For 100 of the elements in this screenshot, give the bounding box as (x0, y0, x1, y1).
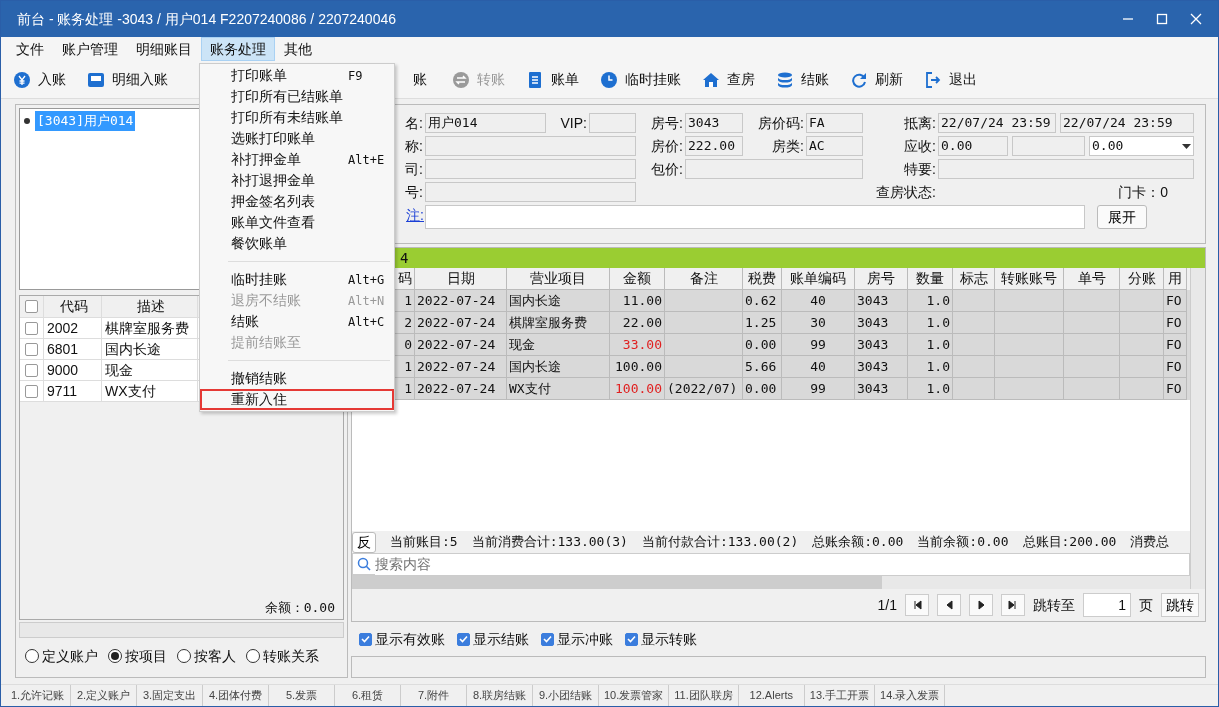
tab[interactable]: 6.租赁 (335, 685, 401, 706)
input-field[interactable] (589, 113, 636, 133)
tab[interactable]: 10.发票管家 (599, 685, 670, 706)
input-field[interactable] (1012, 136, 1085, 156)
radio-label[interactable]: 按项目 (125, 645, 167, 667)
dropdown-field[interactable]: 0.00 (1089, 136, 1194, 156)
close-icon[interactable] (1190, 13, 1202, 25)
input-field[interactable]: 3043 (685, 113, 743, 133)
checkbox[interactable] (359, 632, 372, 646)
input-field[interactable] (425, 205, 1085, 229)
summary-text: 消费总 (1130, 533, 1170, 552)
input-field[interactable] (685, 159, 863, 179)
tab[interactable]: 12.Alerts (738, 685, 805, 706)
search-icon (357, 557, 371, 571)
checkbox[interactable] (25, 300, 38, 313)
jump-button[interactable]: 跳转 (1161, 593, 1199, 617)
menu-item[interactable]: 打印所有已结账单 (200, 86, 394, 107)
reverse-button[interactable]: 反 (352, 531, 376, 553)
remark-link[interactable]: 注: (406, 204, 424, 226)
toolbar-button[interactable]: 账单 (527, 69, 579, 90)
checkbox-label[interactable]: 显示有效账 (375, 628, 445, 650)
radio-button[interactable] (246, 649, 260, 663)
radio-label[interactable]: 转账关系 (263, 645, 319, 667)
table-cell: 国内长途 (102, 339, 198, 359)
checkbox[interactable] (25, 384, 38, 398)
menu-item[interactable]: 账户管理 (53, 37, 127, 61)
checkbox[interactable] (625, 632, 638, 646)
tab[interactable]: 11.团队联房 (669, 685, 739, 706)
table-cell: 0.00 (743, 378, 782, 400)
input-field[interactable]: 222.00 (685, 136, 743, 156)
checkbox-label[interactable]: 显示转账 (641, 628, 697, 650)
menu-item[interactable]: 重新入住 (200, 389, 394, 410)
menu-item[interactable]: 打印所有未结账单 (200, 107, 394, 128)
input-field[interactable]: FA (806, 113, 863, 133)
input-field[interactable]: AC (806, 136, 863, 156)
tab[interactable]: 8.联房结账 (467, 685, 533, 706)
menu-item[interactable]: 账单文件查看 (200, 212, 394, 233)
checkbox[interactable] (25, 363, 38, 377)
radio-button[interactable] (25, 649, 39, 663)
table-cell: 9000 (44, 360, 102, 380)
toolbar-button[interactable]: 结账 (777, 69, 829, 90)
expand-button[interactable]: 展开 (1097, 205, 1147, 229)
input-field[interactable]: 22/07/24 23:59 (938, 113, 1056, 133)
menu-item[interactable]: 明细账目 (127, 37, 201, 61)
menu-item[interactable]: 补打押金单 Alt+E (200, 149, 394, 170)
tab[interactable]: 14.录入发票 (875, 685, 946, 706)
field-label: 号: (405, 182, 424, 202)
input-field[interactable] (938, 159, 1194, 179)
tab[interactable]: 13.手工开票 (804, 685, 876, 706)
checkbox[interactable] (25, 342, 38, 356)
input-field[interactable]: 22/07/24 23:59 (1060, 113, 1194, 133)
menu-item[interactable]: 账务处理 (201, 37, 275, 61)
menu-item[interactable]: 打印账单 F9 (200, 65, 394, 86)
toolbar-button[interactable]: 账 (413, 69, 427, 90)
previous-page-button[interactable] (937, 594, 961, 616)
toolbar-button[interactable]: 临时挂账 (601, 69, 681, 90)
first-page-button[interactable] (905, 594, 929, 616)
scrollbar[interactable] (1190, 268, 1205, 589)
maximize-icon[interactable] (1156, 13, 1168, 25)
field-label: 查房状态: (876, 182, 937, 202)
checkbox-label[interactable]: 显示冲账 (557, 628, 613, 650)
checkbox[interactable] (457, 632, 470, 646)
table-cell: FO (1164, 378, 1187, 400)
tab[interactable]: 4.团体付费 (203, 685, 269, 706)
page-input[interactable]: 1 (1083, 593, 1131, 617)
refresh-icon (851, 71, 867, 88)
menu-item[interactable]: 补打退押金单 (200, 170, 394, 191)
input-field[interactable] (425, 159, 636, 179)
input-field[interactable] (425, 136, 636, 156)
radio-button[interactable] (177, 649, 191, 663)
tab[interactable]: 3.固定支出 (137, 685, 203, 706)
radio-button[interactable] (108, 649, 122, 663)
tab[interactable]: 7.附件 (401, 685, 467, 706)
checkbox[interactable] (541, 632, 554, 646)
menu-item[interactable]: 选账打印账单 (200, 128, 394, 149)
toolbar-button[interactable]: 入账 (14, 69, 66, 90)
radio-label[interactable]: 按客人 (194, 645, 236, 667)
tab[interactable]: 9.小团结账 (533, 685, 599, 706)
search-field[interactable]: 搜索内容 (352, 553, 1190, 575)
tab[interactable]: 1.允许记账 (5, 685, 71, 706)
toolbar-button[interactable]: 明细入账 (88, 69, 168, 90)
tab[interactable]: 2.定义账户 (71, 685, 137, 706)
menu-item[interactable]: 押金签名列表 (200, 191, 394, 212)
toolbar-button[interactable]: 查房 (703, 69, 755, 90)
input-field[interactable] (425, 182, 636, 202)
menu-item[interactable]: 其他 (275, 37, 321, 61)
next-page-button[interactable] (969, 594, 993, 616)
scrollbar[interactable] (352, 575, 1190, 589)
menu-item[interactable]: 文件 (7, 37, 53, 61)
scrollbar[interactable] (19, 622, 344, 638)
table-cell: 2002 (44, 318, 102, 338)
last-page-button[interactable] (1001, 594, 1025, 616)
tab[interactable]: 5.发票 (269, 685, 335, 706)
toolbar-button[interactable]: 退出 (925, 69, 977, 90)
input-field[interactable]: 0.00 (938, 136, 1008, 156)
input-field[interactable]: 用户014 (425, 113, 546, 133)
checkbox[interactable] (25, 321, 38, 335)
checkbox-label[interactable]: 显示结账 (473, 628, 529, 650)
toolbar-button[interactable]: 刷新 (851, 69, 903, 90)
radio-label[interactable]: 定义账户 (42, 645, 98, 667)
